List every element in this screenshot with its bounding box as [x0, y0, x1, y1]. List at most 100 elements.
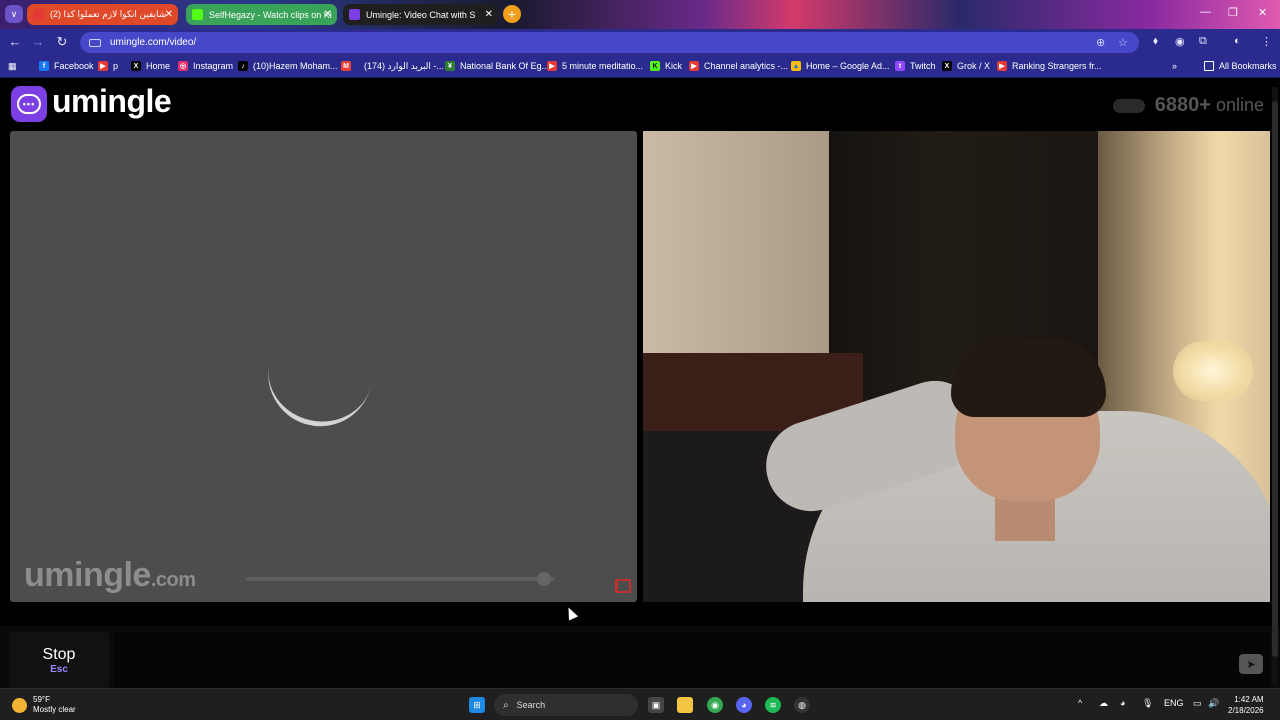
bookmark-label: Channel analytics -... [704, 61, 789, 71]
weather-widget[interactable]: 59°F Mostly clear [12, 695, 76, 715]
bookmark-nbe[interactable]: ¥ National Bank Of Eg... [445, 61, 549, 71]
volume-slider-thumb[interactable] [537, 572, 552, 586]
tab-search-button[interactable]: ∨ [5, 5, 23, 23]
report-flag-icon[interactable] [615, 579, 631, 593]
extensions-puzzle-icon[interactable]: ⧉ [1199, 35, 1207, 48]
bookmark-tiktok[interactable]: ♪ (10)Hazem Moham... [238, 61, 338, 71]
network-icon[interactable]: ▭ [1193, 698, 1202, 709]
youtube-icon [33, 9, 44, 20]
omnibox[interactable]: umingle.com/video/ ⊕ ☆ [80, 32, 1139, 53]
close-icon[interactable]: ✕ [324, 9, 332, 20]
bookmark-twitch[interactable]: t Twitch [895, 61, 936, 71]
bookmark-label: Facebook [54, 61, 94, 71]
volume-slider[interactable] [246, 572, 554, 586]
x-icon: X [942, 61, 952, 71]
bookmark-label: 5 minute meditatio... [562, 61, 644, 71]
spotify-icon[interactable]: ≋ [765, 697, 781, 713]
discord-icon[interactable]: ◕ [736, 697, 752, 713]
tab-youtube[interactable]: (2) شايفين انكوا لازم تعملوا كذا ✕ [27, 4, 178, 25]
scrollbar-thumb[interactable] [1272, 101, 1278, 657]
youtube-icon: ▶ [98, 61, 108, 71]
onedrive-icon[interactable]: ☁ [1099, 698, 1108, 709]
reload-icon[interactable]: ↻ [53, 34, 71, 50]
person-hair [951, 339, 1106, 417]
bookmark-ranking-strangers[interactable]: ▶ Ranking Strangers fr... [997, 61, 1102, 71]
windows-start-icon[interactable]: ⊞ [469, 697, 485, 713]
discord-tray-icon[interactable]: ◕ [1120, 698, 1125, 708]
bookmark-star-icon[interactable]: ☆ [1118, 36, 1128, 49]
tray-overflow-icon[interactable]: ^ [1078, 698, 1082, 708]
search-icon: ⌕ [503, 699, 509, 711]
back-icon[interactable]: ← [6, 34, 24, 49]
bookmark-home-x[interactable]: X Home [131, 61, 170, 71]
chat-message-input[interactable] [114, 632, 1269, 688]
umingle-page: ••• umingle 6880+ online umingle.com Sto… [0, 79, 1280, 688]
page-scrollbar[interactable] [1272, 87, 1278, 685]
folder-icon [1204, 61, 1214, 71]
kick-icon: K [650, 61, 660, 71]
forward-icon[interactable]: → [29, 34, 47, 49]
taskbar-search[interactable]: ⌕ Search [494, 694, 638, 716]
site-info-icon[interactable] [89, 38, 101, 47]
close-icon[interactable]: ✕ [485, 9, 493, 20]
task-view-icon[interactable]: ▣ [648, 697, 664, 713]
new-tab-button[interactable]: + [503, 5, 521, 23]
obs-icon[interactable]: ◍ [794, 697, 810, 713]
bookmark-gmail[interactable]: M [341, 61, 356, 71]
language-indicator[interactable]: ENG [1164, 698, 1184, 708]
windows-taskbar: 59°F Mostly clear ⊞ ⌕ Search ▣ ◉ ◕ ≋ ◍ ^ ☁… [0, 688, 1280, 720]
bookmark-kick[interactable]: K Kick [650, 61, 682, 71]
online-indicator: 6880+ online [1112, 94, 1264, 117]
bookmark-instagram[interactable]: ◎ Instagram [178, 61, 233, 71]
send-icon[interactable]: ➤ [1239, 654, 1263, 674]
bookmark-label: National Bank Of Eg... [460, 61, 550, 71]
bookmark-p[interactable]: ▶ p [98, 61, 118, 71]
stop-button[interactable]: Stop Esc [9, 632, 109, 688]
close-icon[interactable]: ✕ [165, 9, 173, 20]
bookmarks-overflow-icon[interactable]: » [1172, 61, 1177, 71]
online-count: 6880+ [1154, 94, 1211, 116]
tab-title: SelfHegazy - Watch clips on Ki [209, 9, 332, 20]
stop-shortcut: Esc [50, 663, 68, 675]
weather-temp: 59°F [33, 695, 50, 704]
bookmark-label: (174) البريد الوارد -... [364, 61, 444, 71]
all-bookmarks-folder[interactable]: All Bookmarks [1204, 61, 1277, 71]
online-label: online [1215, 95, 1264, 115]
twitch-icon: t [895, 61, 905, 71]
profile-avatar[interactable]: ◐ [1234, 35, 1241, 47]
bookmark-outlook[interactable]: (174) البريد الوارد -... [364, 61, 444, 72]
maximize-icon[interactable]: ❐ [1228, 6, 1238, 19]
minimize-icon[interactable]: — [1200, 6, 1211, 18]
bookmark-google-ads[interactable]: ▲ Home – Google Ad... [791, 61, 890, 71]
apps-grid-icon[interactable]: ▦ [8, 61, 17, 72]
microphone-icon[interactable]: 🎙 [1142, 698, 1153, 709]
x-icon: X [131, 61, 141, 71]
youtube-icon: ▶ [997, 61, 1007, 71]
bookmark-grok[interactable]: X Grok / X [942, 61, 990, 71]
file-explorer-icon[interactable] [677, 697, 693, 713]
bookmark-channel-analytics[interactable]: ▶ Channel analytics -... [689, 61, 788, 71]
bookmark-label: Home – Google Ad... [806, 61, 890, 71]
system-clock[interactable]: 1:42 AM 2/18/2026 [1228, 694, 1264, 716]
menu-kebab-icon[interactable]: ⋮ [1261, 35, 1272, 48]
umingle-logo-icon[interactable]: ••• [11, 86, 47, 122]
self-camera-video [643, 131, 1270, 602]
pin-icon[interactable]: ⬧ [1153, 35, 1158, 48]
bookmark-label: Twitch [910, 61, 936, 71]
extension-icon[interactable]: ◉ [1175, 35, 1185, 48]
bookmark-meditation[interactable]: ▶ 5 minute meditatio... [547, 61, 643, 71]
volume-icon[interactable]: 🔊 [1208, 698, 1219, 709]
close-window-icon[interactable]: ✕ [1258, 6, 1267, 19]
tiktok-icon: ♪ [238, 61, 248, 71]
clock-date: 2/18/2026 [1228, 706, 1264, 715]
clock-time: 1:42 AM [1234, 695, 1264, 704]
url-text[interactable]: umingle.com/video/ [110, 37, 196, 48]
bookmark-label: p [113, 61, 119, 71]
online-toggle[interactable] [1112, 98, 1145, 113]
umingle-logo-text[interactable]: umingle [52, 83, 172, 120]
zoom-icon[interactable]: ⊕ [1096, 36, 1105, 49]
tab-kick[interactable]: SelfHegazy - Watch clips on Ki ✕ [186, 4, 337, 25]
bookmark-facebook[interactable]: f Facebook [39, 61, 94, 71]
chrome-icon[interactable]: ◉ [707, 697, 723, 713]
tab-umingle[interactable]: Umingle: Video Chat with S ✕ [343, 4, 498, 25]
